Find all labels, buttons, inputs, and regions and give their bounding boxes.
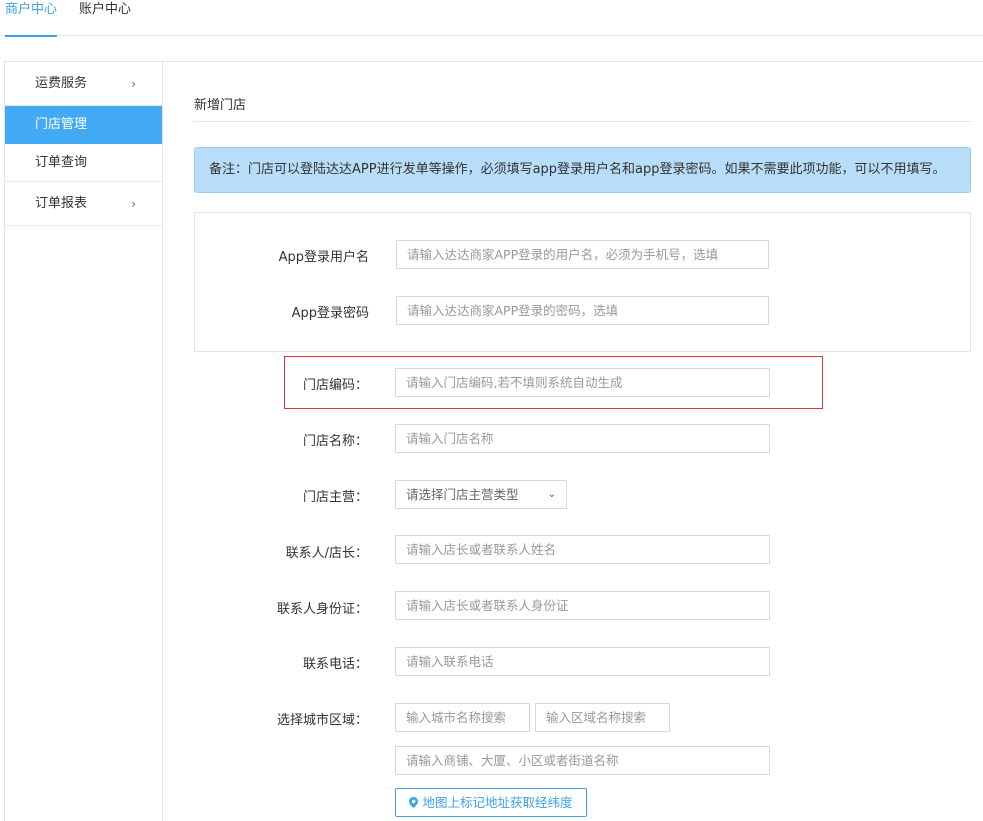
contact-name-label: 联系人/店长： (285, 546, 368, 561)
district-search-input[interactable] (535, 703, 670, 732)
sidebar-item-label: 门店管理 (35, 117, 88, 132)
app-username-input[interactable] (396, 240, 769, 269)
contact-id-label: 联系人身份证： (276, 602, 368, 617)
store-code-input[interactable] (395, 368, 770, 397)
contact-name-input[interactable] (395, 535, 770, 564)
sidebar-item-order-query[interactable]: 订单查询 (5, 144, 162, 182)
map-locate-button[interactable]: 地图上标记地址获取经纬度 (395, 788, 587, 817)
store-type-label: 门店主营： (302, 490, 368, 505)
content-top-border (162, 61, 983, 62)
sidebar-item-order-report[interactable]: 订单报表 › (5, 182, 162, 226)
tab-account-center[interactable]: 账户中心 (79, 0, 131, 36)
app-username-label: App登录用户名 (278, 250, 369, 265)
notice-text: 备注：门店可以登陆达达APP进行发单等操作，必须填写app登录用户名和app登录… (209, 162, 946, 177)
sidebar-item-label: 订单查询 (35, 155, 88, 170)
sidebar: 运费服务 › 门店管理 订单查询 订单报表 › (4, 61, 163, 821)
contact-id-input[interactable] (395, 591, 770, 620)
app-credentials-panel (194, 212, 971, 352)
city-search-input[interactable] (395, 703, 530, 732)
tab-merchant-center[interactable]: 商户中心 (5, 0, 58, 37)
tab-label: 商户中心 (5, 2, 58, 17)
store-code-label: 门店编码： (302, 378, 368, 393)
chevron-right-icon: › (131, 77, 136, 91)
top-tab-bar: 商户中心 账户中心 (0, 0, 983, 37)
store-name-input[interactable] (395, 424, 770, 453)
notice-banner: 备注：门店可以登陆达达APP进行发单等操作，必须填写app登录用户名和app登录… (194, 147, 971, 193)
sidebar-item-freight-service[interactable]: 运费服务 › (5, 62, 162, 106)
app-password-label: App登录密码 (291, 306, 369, 321)
address-input[interactable] (395, 746, 770, 775)
sidebar-item-label: 订单报表 (35, 196, 88, 211)
chevron-right-icon: › (131, 197, 136, 211)
page-title: 新增门店 (194, 98, 247, 113)
store-name-label: 门店名称： (302, 434, 368, 449)
sidebar-item-store-management[interactable]: 门店管理 (5, 106, 162, 144)
sidebar-item-label: 运费服务 (35, 76, 88, 91)
chevron-down-icon: ⌄ (547, 489, 556, 500)
store-type-select[interactable]: 请选择门店主营类型 ⌄ (395, 480, 567, 509)
map-pin-icon (409, 790, 419, 817)
store-type-selected: 请选择门店主营类型 (406, 487, 519, 502)
city-area-label: 选择城市区域： (276, 713, 368, 728)
map-button-label: 地图上标记地址获取经纬度 (422, 795, 573, 810)
app-password-input[interactable] (396, 296, 769, 325)
tab-label: 账户中心 (79, 2, 132, 17)
title-divider (194, 121, 971, 122)
contact-phone-label: 联系电话： (302, 657, 368, 672)
contact-phone-input[interactable] (395, 647, 770, 676)
